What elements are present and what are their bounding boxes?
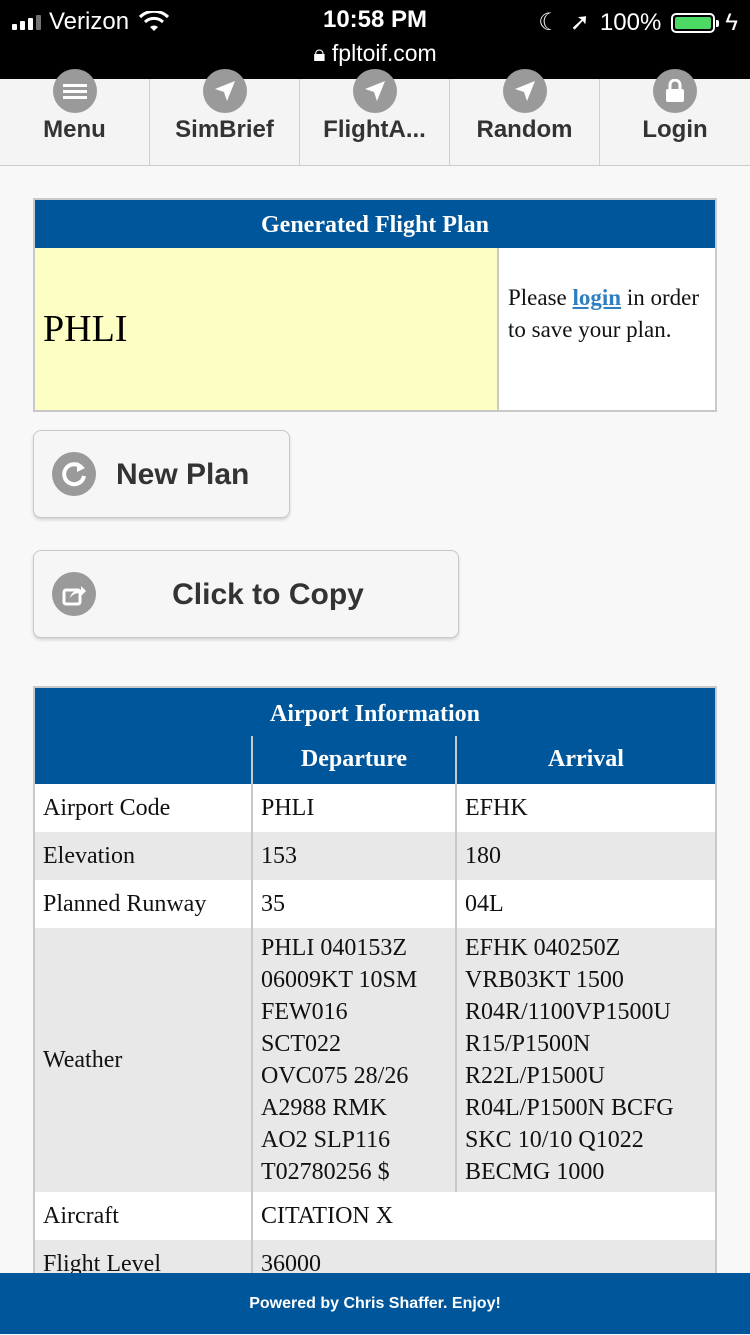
- arrival-header: Arrival: [455, 736, 715, 784]
- table-row: Airport Code PHLI EFHK: [35, 784, 715, 832]
- departure-header: Departure: [251, 736, 455, 784]
- plan-header: Generated Flight Plan: [35, 200, 715, 248]
- nav-label: SimBrief: [175, 116, 274, 143]
- footer: Powered by Chris Shaffer. Enjoy!: [0, 1273, 750, 1334]
- new-plan-button[interactable]: New Plan: [33, 430, 290, 518]
- table-row: Aircraft CITATION X: [35, 1192, 715, 1240]
- nav-simbrief[interactable]: SimBrief: [150, 69, 300, 165]
- menu-icon: [52, 69, 97, 113]
- blank-header: [35, 736, 251, 784]
- url-bar[interactable]: 🔒︎ fpltoif.com: [0, 40, 750, 67]
- copy-label: Click to Copy: [172, 578, 364, 611]
- nav-label: FlightA...: [323, 116, 426, 143]
- battery-icon: [671, 12, 720, 33]
- status-bar: Verizon 10:58 PM 🔒︎ fpltoif.com ☾ ➚ 100%…: [0, 0, 750, 79]
- table-row: Weather PHLI 040153Z 06009KT 10SM FEW016…: [35, 928, 715, 1192]
- top-nav: Menu SimBrief FlightA... Random Login: [0, 69, 750, 166]
- copy-button[interactable]: Click to Copy: [33, 550, 459, 638]
- nav-flightaware[interactable]: FlightA...: [300, 69, 450, 165]
- url-text: fpltoif.com: [331, 40, 437, 66]
- generated-plan-table: Generated Flight Plan PHLI Please login …: [33, 198, 717, 412]
- departure-metar: PHLI 040153Z 06009KT 10SM FEW016 SCT022 …: [251, 928, 455, 1192]
- location-icon: ➚: [569, 9, 590, 36]
- nav-login[interactable]: Login: [600, 69, 750, 165]
- arrival-metar: EFHK 040250Z VRB03KT 1500 R04R/1100VP150…: [455, 928, 715, 1192]
- navigation-arrow-icon: [352, 69, 397, 113]
- login-note: Please login in order to save your plan.: [508, 285, 700, 342]
- nav-menu[interactable]: Menu: [0, 69, 150, 165]
- table-row: Elevation 153 180: [35, 832, 715, 880]
- airport-info-table: Airport Information Departure Arrival Ai…: [33, 686, 717, 1286]
- airport-info-title: Airport Information: [270, 701, 480, 727]
- lock-icon: 🔒︎: [313, 40, 326, 66]
- new-plan-label: New Plan: [116, 458, 250, 491]
- nav-label: Login: [642, 116, 708, 143]
- nav-random[interactable]: Random: [450, 69, 600, 165]
- moon-icon: ☾: [538, 9, 560, 36]
- lock-icon: [653, 69, 697, 113]
- plan-route: PHLI: [35, 248, 499, 410]
- navigation-arrow-icon: [502, 69, 547, 113]
- nav-label: Menu: [43, 116, 106, 143]
- table-row: Planned Runway 35 04L: [35, 880, 715, 928]
- charging-icon: ϟ: [725, 8, 738, 36]
- status-icons: ☾ ➚ 100% ϟ: [538, 8, 738, 37]
- battery-percent: 100%: [599, 8, 662, 36]
- login-link[interactable]: login: [573, 285, 622, 310]
- refresh-icon: [52, 452, 96, 496]
- nav-label: Random: [476, 116, 573, 143]
- navigation-arrow-icon: [202, 69, 247, 113]
